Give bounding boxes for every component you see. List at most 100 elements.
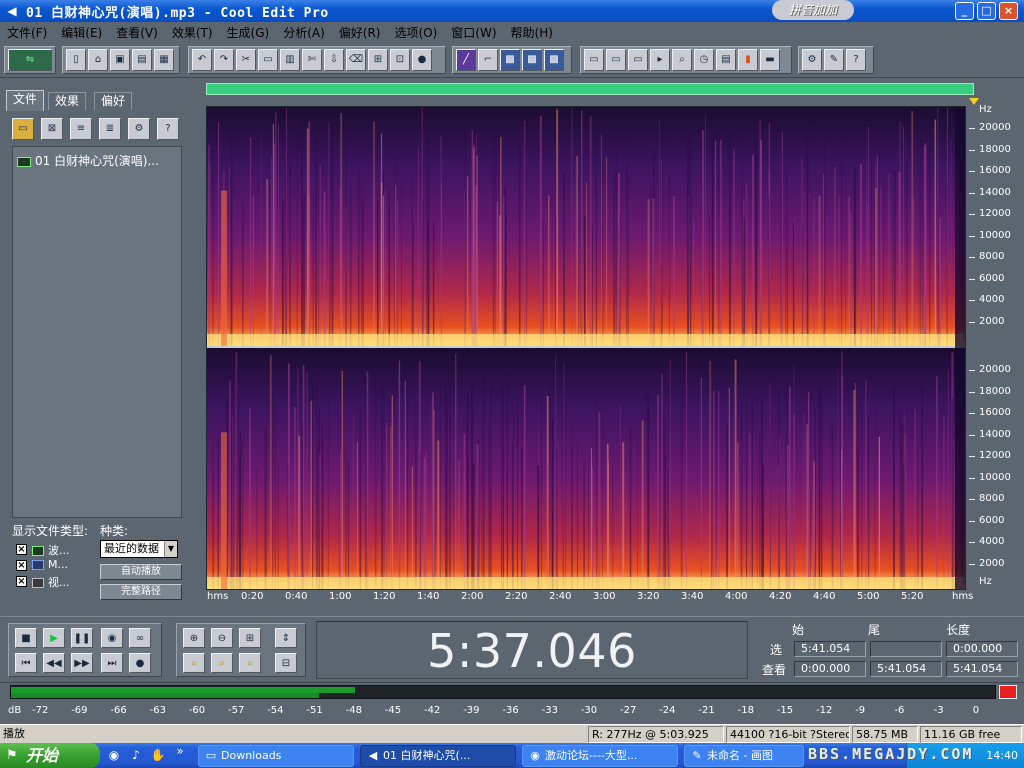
open-file-icon[interactable]: ⌂ [88,49,108,71]
zoom-out-icon[interactable]: ⊖ [211,628,233,648]
selection-length-field[interactable]: 0:00.000 [946,641,1018,657]
zoom-full-icon[interactable]: ⊞ [239,628,261,648]
open-folder-icon[interactable]: ▭ [12,118,34,140]
task-downloads[interactable]: ▭ Downloads [198,745,354,767]
transport-window-icon[interactable]: ▭ [606,49,626,71]
selection-window-icon[interactable]: ▤ [716,49,736,71]
tab-favorites[interactable]: 偏好 [94,92,133,110]
task-paint[interactable]: ✎ 未命名 - 画图 [684,745,804,767]
multitrack-toggle-icon[interactable]: ⇋ [8,49,52,71]
auto-play-button[interactable]: 自动播放 [100,564,182,580]
zoom-selection-icon[interactable]: ⌕ [239,653,261,673]
filter-waveform-checkbox[interactable]: × [16,544,27,555]
selection-start-field[interactable]: 5:41.054 [794,641,866,657]
help-icon[interactable]: ? [846,49,866,71]
pause-icon[interactable]: ❚❚ [71,628,93,648]
chevron-down-icon[interactable]: ▼ [164,541,177,557]
fast-forward-icon[interactable]: ▶▶ [71,653,93,673]
menu-analyze[interactable]: 分析(A) [276,24,332,41]
trim-icon[interactable]: ✄ [302,49,322,71]
play-window-icon[interactable]: ▸ [650,49,670,71]
task-cool-edit[interactable]: ◀ 01 白财神心咒(... [360,745,516,767]
zoom-left-icon[interactable]: ⌕ [183,653,205,673]
menu-help[interactable]: 帮助(H) [504,24,560,41]
spectral-view[interactable] [206,106,966,590]
tab-effects[interactable]: 效果 [48,92,87,110]
paste-icon[interactable]: ▥ [280,49,300,71]
phase-view-icon[interactable]: ▩ [544,49,564,71]
quicklaunch-more-icon[interactable]: » [172,743,188,759]
copy-icon[interactable]: ▭ [258,49,278,71]
spectral-view-icon[interactable]: ╱ [456,49,476,71]
sort-select[interactable]: 最近的数据 ▼ [100,540,178,558]
grid-view-icon[interactable]: ▩ [500,49,520,71]
loop-icon[interactable]: ∞ [129,628,151,648]
menu-favorites[interactable]: 偏好(R) [332,24,388,41]
menu-options[interactable]: 选项(O) [387,24,444,41]
play-to-end-icon[interactable]: ◉ [101,628,123,648]
full-path-button[interactable]: 完整路径 [100,584,182,600]
menu-view[interactable]: 查看(V) [109,24,165,41]
menu-window[interactable]: 窗口(W) [444,24,503,41]
pan-view-icon[interactable]: ▩ [522,49,542,71]
horizontal-scrollbar[interactable] [206,83,974,95]
panel-help-icon[interactable]: ? [157,118,179,140]
spectrogram-canvas[interactable] [207,107,965,589]
maximize-button[interactable]: □ [977,2,996,20]
record-icon[interactable]: ● [412,49,432,71]
save-all-icon[interactable]: ▤ [132,49,152,71]
view-start-field[interactable]: 0:00.000 [794,661,866,677]
zoom-vertical-in-icon[interactable]: ⇕ [275,628,297,648]
marker-icon[interactable]: ⊡ [390,49,410,71]
status-bar-icon[interactable]: ▬ [760,49,780,71]
script-icon[interactable]: ✎ [824,49,844,71]
insert-icon[interactable]: ≡ [70,118,92,140]
waveform-view-icon[interactable]: ⌐ [478,49,498,71]
time-display-icon[interactable]: ◷ [694,49,714,71]
right-channel-spectrum[interactable] [207,348,965,589]
options-gear-icon[interactable]: ⚙ [128,118,150,140]
quicklaunch-app-icon[interactable]: ✋ [150,747,166,763]
list-item[interactable]: 01 白财神心咒(演唱)... [17,152,159,169]
file-list[interactable]: 01 白财神心咒(演唱)... [12,146,182,518]
zoom-vertical-out-icon[interactable]: ⊟ [275,653,297,673]
quicklaunch-media-icon[interactable]: ♪ [128,747,144,763]
delete-icon[interactable]: ⌫ [346,49,366,71]
task-forum[interactable]: ◉ 激动论坛----大型... [522,745,678,767]
clock[interactable]: 14:40 [986,749,1018,762]
level-meter-icon[interactable]: ▮ [738,49,758,71]
organizer-window-icon[interactable]: ▭ [584,49,604,71]
menu-file[interactable]: 文件(F) [0,24,54,41]
go-to-start-icon[interactable]: ⏮ [15,653,37,673]
zoom-window-icon[interactable]: ⌕ [672,49,692,71]
undo-icon[interactable]: ↶ [192,49,212,71]
save-icon[interactable]: ▣ [110,49,130,71]
zoom-right-icon[interactable]: ⌕ [211,653,233,673]
filter-midi-checkbox[interactable]: × [16,560,27,571]
mix-paste-icon[interactable]: ⇩ [324,49,344,71]
menu-generate[interactable]: 生成(G) [220,24,277,41]
cut-icon[interactable]: ✂ [236,49,256,71]
minimize-button[interactable]: _ [955,2,974,20]
close-button[interactable]: × [999,2,1018,20]
time-window-icon[interactable]: ▭ [628,49,648,71]
cool-edit-app-icon[interactable]: ◀ [4,3,20,19]
tab-files[interactable]: 文件 [6,90,45,111]
zoom-in-icon[interactable]: ⊕ [183,628,205,648]
ime-indicator[interactable]: 拼音加加 [772,0,854,20]
redo-icon[interactable]: ↷ [214,49,234,71]
close-selected-icon[interactable]: ⊠ [41,118,63,140]
record-button-icon[interactable]: ● [129,653,151,673]
close-file-icon[interactable]: ▦ [154,49,174,71]
selection-end-field[interactable] [870,641,942,657]
start-button[interactable]: ⚑ 开始 [0,743,100,768]
snap-icon[interactable]: ⊞ [368,49,388,71]
go-to-end-icon[interactable]: ⏭ [101,653,123,673]
clip-indicator[interactable] [999,685,1017,699]
rewind-icon[interactable]: ◀◀ [43,653,65,673]
view-end-field[interactable]: 5:41.054 [870,661,942,677]
quicklaunch-browser-icon[interactable]: ◉ [106,747,122,763]
insert-multitrack-icon[interactable]: ≣ [99,118,121,140]
filter-video-checkbox[interactable]: × [16,576,27,587]
menu-edit[interactable]: 编辑(E) [54,24,109,41]
